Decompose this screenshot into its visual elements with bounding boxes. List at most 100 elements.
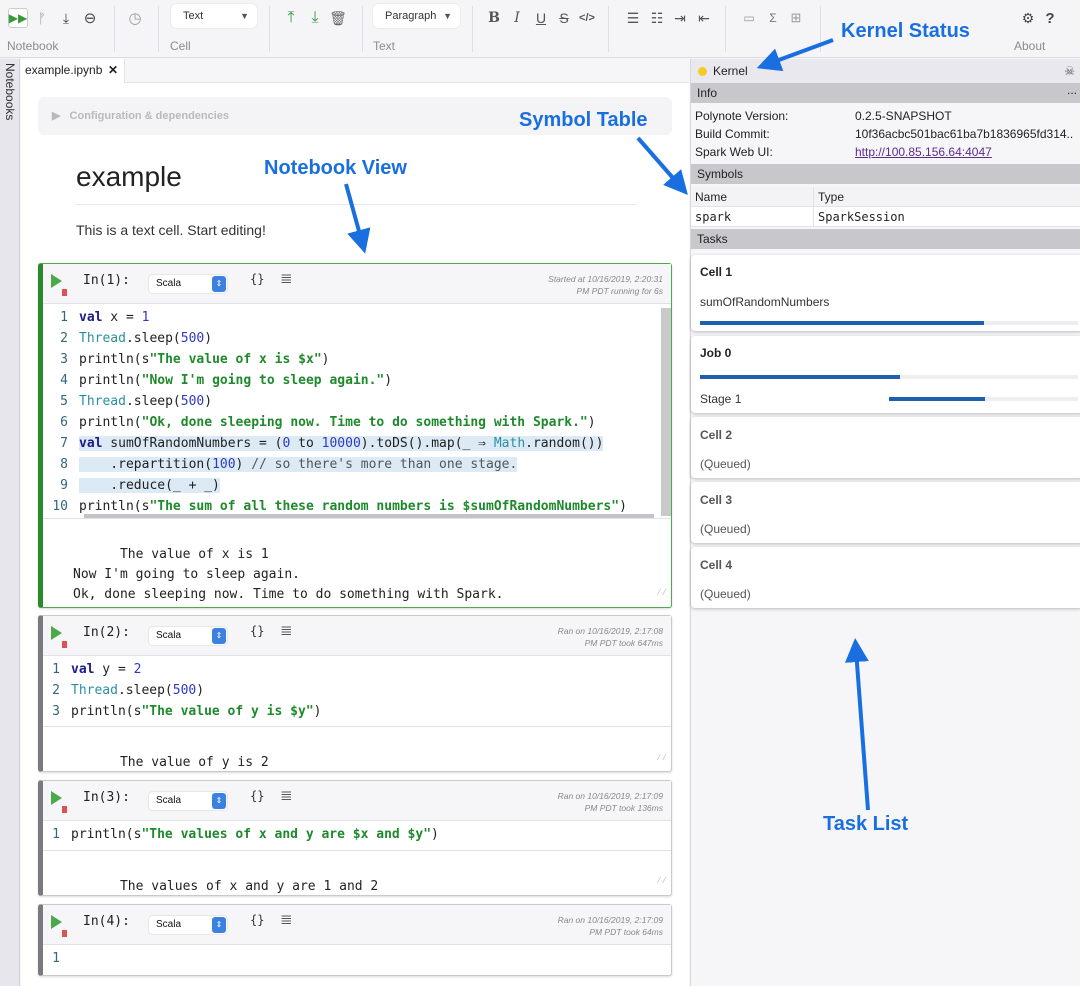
cell-in-label: In(2): [83, 625, 130, 640]
language-select[interactable]: Scala ⇕ [149, 916, 227, 934]
insert-below-icon[interactable]: ⤓ [305, 8, 325, 28]
text-cell[interactable]: This is a text cell. Start editing! [76, 222, 266, 238]
cell-in-label: In(1): [83, 273, 130, 288]
cell-status: Ran on 10/16/2019, 2:17:09 PM PDT took 13… [503, 790, 663, 814]
stop-cell-icon[interactable] [62, 289, 67, 296]
cancel-icon[interactable]: ⊖ [80, 8, 100, 28]
column-header: Type [818, 190, 845, 204]
underline-icon[interactable]: U [531, 8, 551, 28]
run-cell-icon[interactable] [51, 274, 62, 288]
vertical-scrollbar[interactable] [661, 308, 671, 516]
code-line: 3 println(s"The value of x is $x") [60, 352, 330, 367]
task-item: Cell 4 (Queued) [691, 547, 1080, 608]
info-row: Build Commit: 10f36acbc501bac61ba7b18369… [695, 125, 1080, 143]
braces-icon[interactable]: {} [250, 624, 264, 638]
language-select[interactable]: Scala ⇕ [149, 275, 227, 293]
stage-progress-fill [889, 397, 986, 401]
braces-icon[interactable]: {} [250, 789, 264, 803]
kernel-header[interactable]: Kernel ☠ [691, 59, 1080, 83]
task-item: Cell 3 (Queued) [691, 482, 1080, 543]
indent-icon[interactable]: ⇥ [670, 8, 690, 28]
run-cell-icon[interactable] [51, 791, 62, 805]
divider [813, 187, 814, 207]
help-icon[interactable]: ? [1040, 8, 1060, 28]
download-icon[interactable]: ⤓ [56, 8, 76, 28]
symbol-row[interactable]: spark SparkSession [691, 207, 1080, 227]
status-line: PM PDT took 136ms [584, 803, 663, 813]
italic-icon[interactable]: I [507, 8, 527, 28]
braces-icon[interactable]: {} [250, 913, 264, 927]
lines-icon[interactable]: ≣ [280, 269, 293, 287]
language-select[interactable]: Scala ⇕ [149, 792, 227, 810]
tasks-section-header[interactable]: Tasks [691, 229, 1080, 249]
tab-example-notebook[interactable]: example.ipynb ✕ [21, 59, 125, 83]
run-cell-icon[interactable] [51, 626, 62, 640]
chevron-down-icon: ▼ [240, 11, 249, 21]
code-editor[interactable]: 1 val x = 1 2 Thread.sleep(500) 3 println(s… [43, 304, 671, 518]
code-cell[interactable]: In(2): Scala ⇕ {} ≣ Ran on 10/16/2019, 2:… [38, 615, 672, 772]
divider [114, 6, 115, 52]
code-line: 8 .repartition(100) // so there's more t… [60, 457, 518, 472]
code-cell[interactable]: In(3): Scala ⇕ {} ≣ Ran on 10/16/2019, 2:… [38, 780, 672, 896]
task-item: Cell 1 sumOfRandomNumbers [691, 255, 1080, 331]
toolbar-label-notebook: Notebook [7, 39, 59, 53]
code-editor[interactable]: 1 println(s"The values of x and y are $x … [43, 821, 671, 850]
lines-icon[interactable]: ≣ [280, 621, 293, 639]
language-value: Scala [156, 630, 182, 641]
settings-icon[interactable]: ⚙ [1018, 8, 1038, 28]
language-select[interactable]: Scala ⇕ [149, 627, 227, 645]
run-all-icon[interactable]: ▶▶ [8, 8, 28, 28]
bold-icon[interactable]: B [484, 8, 504, 28]
tab-label: example.ipynb [25, 63, 103, 77]
lines-icon[interactable]: ≣ [280, 786, 293, 804]
divider [608, 6, 609, 52]
strikethrough-icon[interactable]: S [554, 8, 574, 28]
cell-type-select[interactable]: Text ▼ [171, 4, 257, 28]
code-line: 3 println(s"The value of y is $y") [52, 704, 322, 719]
cell-output: The value of x is 1 Now I'm going to sle… [43, 518, 671, 606]
job-progress-fill [700, 375, 901, 379]
notebook-title[interactable]: example [76, 161, 182, 193]
code-cell[interactable]: In(4): Scala ⇕ {} ≣ Ran on 10/16/2019, 2:… [38, 904, 672, 976]
insert-above-icon[interactable]: ⤒ [281, 8, 301, 28]
branch-icon[interactable]: ᚠ [32, 8, 52, 28]
code-icon[interactable]: </> [577, 8, 597, 28]
select-stepper-icon: ⇕ [212, 628, 226, 644]
status-line: Started at 10/16/2019, 2:20:31 [548, 274, 663, 284]
stop-cell-icon[interactable] [62, 930, 67, 937]
resize-handle-icon[interactable]: ⁄⁄ [656, 871, 667, 891]
delete-icon[interactable]: 🗑 [328, 8, 348, 28]
stop-cell-icon[interactable] [62, 806, 67, 813]
run-cell-icon[interactable] [51, 915, 62, 929]
more-icon[interactable]: ... [1067, 80, 1077, 100]
resize-handle-icon[interactable]: ⁄⁄ [656, 583, 667, 603]
job-progress-bar [700, 375, 1078, 379]
code-line: 1 [52, 951, 60, 966]
info-section-header[interactable]: Info ... [691, 83, 1080, 103]
resize-handle-icon[interactable]: ⁄⁄ [656, 748, 667, 768]
table-icon[interactable]: ⊞ [786, 8, 806, 28]
info-key: Build Commit: [695, 127, 770, 141]
braces-icon[interactable]: {} [250, 272, 264, 286]
toolbar-label-about: About [1014, 39, 1046, 53]
close-icon[interactable]: ✕ [108, 59, 118, 81]
image-icon[interactable]: ▭ [739, 8, 759, 28]
notebooks-rail[interactable]: Notebooks [0, 59, 20, 986]
symbols-section-header[interactable]: Symbols [691, 164, 1080, 184]
stop-cell-icon[interactable] [62, 641, 67, 648]
code-line: 2 Thread.sleep(500) [52, 683, 205, 698]
text-style-select[interactable]: Paragraph ▼ [373, 4, 460, 28]
spark-web-ui-link[interactable]: http://100.85.156.64:4047 [855, 145, 992, 159]
bullet-list-icon[interactable]: ☰ [623, 8, 643, 28]
code-line: 1 println(s"The values of x and y are $x … [52, 827, 439, 842]
sigma-icon[interactable]: Σ [763, 8, 783, 28]
code-cell[interactable]: In(1): Scala ⇕ {} ≣ Started at 10/16/2019… [38, 263, 672, 608]
code-editor[interactable]: 1 val y = 2 2 Thread.sleep(500) 3 println(s… [43, 656, 671, 726]
toolbar-label-cell: Cell [170, 39, 191, 53]
code-editor[interactable]: 1 [43, 945, 671, 973]
outdent-icon[interactable]: ⇤ [694, 8, 714, 28]
task-title: Cell 3 [700, 493, 733, 507]
numbered-list-icon[interactable]: ☷ [647, 8, 667, 28]
clock-icon[interactable]: ◷ [125, 8, 145, 28]
lines-icon[interactable]: ≣ [280, 910, 293, 928]
